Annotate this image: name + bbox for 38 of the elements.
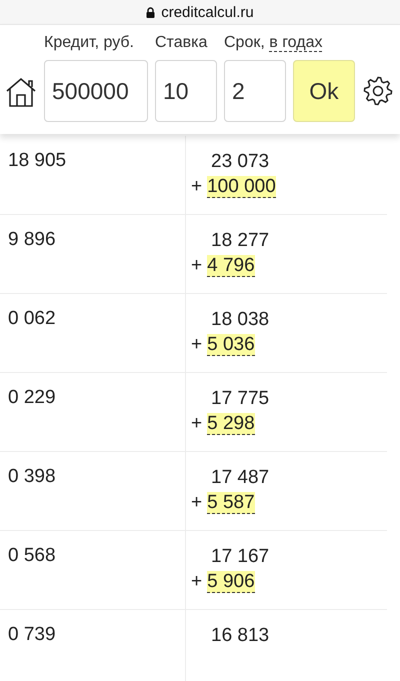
extra-payment-link[interactable]: 5 036 <box>207 334 255 356</box>
extra-payment-link[interactable]: 4 796 <box>207 255 255 277</box>
table-cell: 0 062 <box>8 308 56 329</box>
table-cell: 0 229 <box>8 387 56 408</box>
table-cell: 0 398 <box>8 466 56 487</box>
home-icon[interactable] <box>5 76 37 108</box>
table-cell: 9 896 <box>8 229 56 250</box>
plus-sign: + <box>191 176 202 197</box>
field-label: Ставка <box>155 34 208 51</box>
plus-sign: + <box>191 413 202 434</box>
extra-payment-link[interactable]: 5 906 <box>207 571 255 593</box>
plus-sign: + <box>191 334 202 355</box>
table-cell: 18 277 <box>211 230 270 251</box>
input-field[interactable]: 500000 <box>44 60 148 122</box>
plus-sign: + <box>191 492 202 513</box>
input-field[interactable]: 10 <box>155 60 217 122</box>
lock-icon <box>146 6 156 18</box>
input-field[interactable]: 2 <box>224 60 286 122</box>
settings-icon[interactable] <box>363 76 393 106</box>
field-label: Кредит, руб. <box>44 34 134 51</box>
unit-link[interactable]: в годах <box>269 34 322 52</box>
table-cell: 17 775 <box>211 388 270 409</box>
table-cell: 18 038 <box>211 309 270 330</box>
table-cell: 16 813 <box>211 625 270 646</box>
extra-payment-link[interactable]: 5 587 <box>207 492 255 514</box>
extra-payment-link[interactable]: 100 000 <box>207 176 276 198</box>
table-cell: 17 167 <box>211 546 270 567</box>
plus-sign: + <box>191 255 202 276</box>
url-text[interactable]: creditcalcul.ru <box>161 4 254 20</box>
extra-payment-link[interactable]: 5 298 <box>207 413 255 435</box>
table-cell: 23 073 <box>211 151 270 172</box>
table-cell: 18 905 <box>8 150 66 171</box>
ok-button[interactable]: Ok <box>293 60 355 122</box>
plus-sign: + <box>191 571 202 592</box>
table-cell: 17 487 <box>211 467 270 488</box>
table-cell: 0 739 <box>8 624 56 645</box>
field-label: Срок, <box>224 34 265 51</box>
table-cell: 0 568 <box>8 545 56 566</box>
